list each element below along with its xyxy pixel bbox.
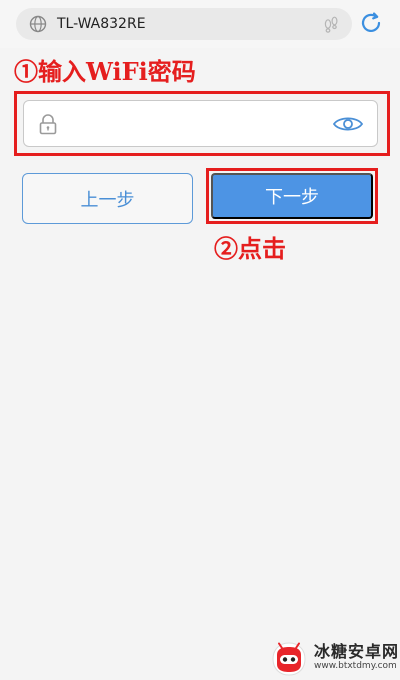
lock-icon [39,114,57,135]
watermark-title: 冰糖安卓网 [314,642,400,661]
address-bar[interactable]: TL-WA832RE [16,8,352,40]
eye-icon[interactable] [332,113,364,135]
site-watermark: 冰糖安卓网 www.btxtdmy.com [270,636,400,680]
annotation-step-1: ①输入WiFi密码 [14,57,196,86]
password-input[interactable] [72,111,322,137]
previous-step-button[interactable]: 上一步 [22,173,193,224]
password-field[interactable] [23,100,378,147]
browser-toolbar: TL-WA832RE [0,0,400,48]
globe-icon [29,15,47,33]
watermark-url: www.btxtdmy.com [314,661,397,671]
address-text: TL-WA832RE [57,16,146,32]
refresh-icon[interactable] [358,10,384,36]
next-step-button[interactable]: 下一步 [211,173,373,219]
annotation-step-2: ②点击 [214,234,286,263]
watermark-logo-icon [272,642,306,676]
footprint-icon[interactable] [321,14,341,34]
